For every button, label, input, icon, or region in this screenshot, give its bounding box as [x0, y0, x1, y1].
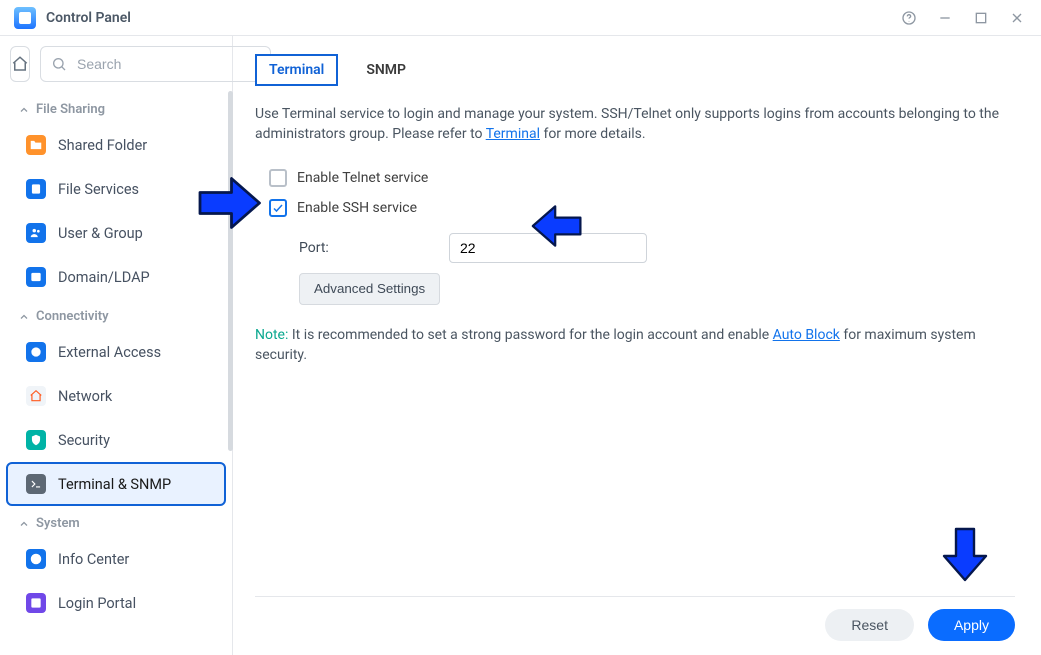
sidebar-item-external-access[interactable]: External Access — [6, 330, 226, 374]
main-panel: Terminal SNMP Use Terminal service to lo… — [233, 36, 1041, 655]
sidebar-item-file-services[interactable]: File Services — [6, 167, 226, 211]
section-connectivity[interactable]: Connectivity — [0, 299, 232, 330]
advanced-settings-button[interactable]: Advanced Settings — [299, 273, 440, 305]
search-icon — [51, 56, 67, 72]
help-icon[interactable] — [899, 8, 919, 28]
sidebar-item-label: File Services — [58, 181, 139, 198]
info-icon — [26, 549, 46, 569]
section-file-sharing[interactable]: File Sharing — [0, 92, 232, 123]
checkbox-enable-ssh[interactable] — [269, 199, 287, 217]
network-icon — [26, 386, 46, 406]
footer-bar: Reset Apply — [255, 596, 1015, 641]
sidebar-item-terminal-snmp[interactable]: Terminal & SNMP — [6, 462, 226, 506]
section-system[interactable]: System — [0, 506, 232, 537]
intro-part-b: for more details. — [540, 126, 646, 142]
sidebar-item-label: Login Portal — [58, 595, 136, 612]
sidebar-item-shared-folder[interactable]: Shared Folder — [6, 123, 226, 167]
login-portal-icon — [26, 593, 46, 613]
close-icon[interactable] — [1007, 8, 1027, 28]
note-label: Note: — [255, 327, 288, 343]
sidebar-item-security[interactable]: Security — [6, 418, 226, 462]
sidebar-item-label: Security — [58, 432, 110, 449]
domain-icon — [26, 267, 46, 287]
sidebar-item-label: Terminal & SNMP — [58, 476, 171, 493]
sidebar-item-label: External Access — [58, 344, 161, 361]
chevron-up-icon — [18, 104, 30, 116]
chevron-up-icon — [18, 311, 30, 323]
sidebar-item-domain-ldap[interactable]: Domain/LDAP — [6, 255, 226, 299]
terminal-icon — [26, 474, 46, 494]
sidebar: File Sharing Shared Folder File Services… — [0, 36, 233, 655]
users-icon — [26, 223, 46, 243]
chevron-up-icon — [18, 518, 30, 530]
note-part-a: It is recommended to set a strong passwo… — [288, 327, 772, 343]
sidebar-item-label: Shared Folder — [58, 137, 147, 154]
sidebar-item-info-center[interactable]: Info Center — [6, 537, 226, 581]
checkbox-label: Enable SSH service — [297, 200, 417, 216]
row-enable-telnet[interactable]: Enable Telnet service — [269, 169, 1015, 187]
sidebar-item-label: Domain/LDAP — [58, 269, 150, 286]
intro-text: Use Terminal service to login and manage… — [255, 104, 1015, 145]
apply-button[interactable]: Apply — [928, 609, 1015, 641]
port-input[interactable] — [449, 233, 647, 263]
checkbox-label: Enable Telnet service — [297, 170, 428, 186]
window-title: Control Panel — [46, 10, 883, 26]
sidebar-item-label: Info Center — [58, 551, 129, 568]
file-services-icon — [26, 179, 46, 199]
tab-terminal[interactable]: Terminal — [255, 54, 338, 86]
port-label: Port: — [299, 240, 431, 256]
sidebar-item-login-portal[interactable]: Login Portal — [6, 581, 226, 625]
section-label: Connectivity — [36, 309, 109, 324]
window-titlebar: Control Panel — [0, 0, 1041, 36]
maximize-icon[interactable] — [971, 8, 991, 28]
tab-snmp[interactable]: SNMP — [352, 54, 420, 86]
row-enable-ssh[interactable]: Enable SSH service — [269, 199, 1015, 217]
checkbox-enable-telnet[interactable] — [269, 169, 287, 187]
sidebar-item-network[interactable]: Network — [6, 374, 226, 418]
globe-icon — [26, 342, 46, 362]
shield-icon — [26, 430, 46, 450]
home-button[interactable] — [10, 46, 30, 82]
sidebar-item-user-group[interactable]: User & Group — [6, 211, 226, 255]
reset-button[interactable]: Reset — [825, 609, 914, 641]
row-port: Port: — [299, 233, 1015, 263]
folder-icon — [26, 135, 46, 155]
sidebar-item-label: Network — [58, 388, 112, 405]
section-label: System — [36, 516, 80, 531]
tabs: Terminal SNMP — [255, 54, 1015, 86]
link-terminal-help[interactable]: Terminal — [486, 126, 540, 142]
sidebar-item-label: User & Group — [58, 225, 143, 242]
link-auto-block[interactable]: Auto Block — [773, 327, 840, 343]
app-icon — [14, 7, 36, 29]
annotation-arrow-apply — [935, 513, 995, 593]
section-label: File Sharing — [36, 102, 105, 117]
minimize-icon[interactable] — [935, 8, 955, 28]
note-text: Note: It is recommended to set a strong … — [255, 325, 1015, 366]
